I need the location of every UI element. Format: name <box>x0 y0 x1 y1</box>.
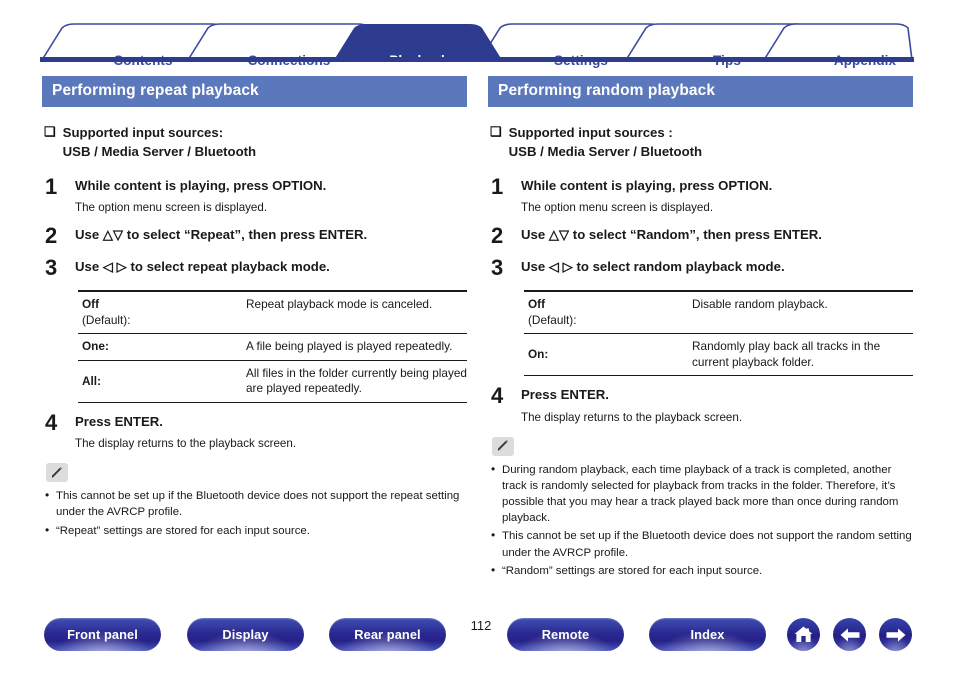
option-name: All: <box>82 373 102 388</box>
step-title: Press ENTER. <box>521 387 609 403</box>
steps-random-final: 4 Press ENTER. The display returns to th… <box>488 383 913 424</box>
steps-repeat-final: 4 Press ENTER. The display returns to th… <box>42 409 467 451</box>
table-row: One: A file being played is played repea… <box>78 333 467 361</box>
step-subtext: The option menu screen is displayed. <box>75 201 268 215</box>
supported-sources-random: ❑ Supported input sources : USB / Media … <box>488 123 913 161</box>
square-bullet-icon: ❑ <box>44 123 56 139</box>
pencil-glyph <box>52 466 62 478</box>
option-name: On: <box>528 347 549 361</box>
steps-random: 1 While content is playing, press OPTION… <box>488 174 913 281</box>
step-number: 4 <box>45 409 58 435</box>
step-2: 2 Use △▽ to select “Random”, then press … <box>488 223 913 249</box>
option-name: Off <box>82 297 100 312</box>
square-bullet-icon: ❑ <box>490 123 502 139</box>
option-key: On: <box>524 333 688 377</box>
note-item: This cannot be set up if the Bluetooth d… <box>42 487 467 520</box>
option-description: All files in the folder currently being … <box>242 360 467 403</box>
option-default: (Default): <box>82 312 131 327</box>
display-button[interactable]: Display <box>187 618 304 651</box>
step-4: 4 Press ENTER. The display returns to th… <box>42 409 467 451</box>
supported-sources-value: USB / Media Server / Bluetooth <box>508 143 703 159</box>
random-playback-section: Performing random playback ❑ Supported i… <box>488 76 913 581</box>
arrow-left-glyph <box>840 628 859 641</box>
supported-sources-value: USB / Media Server / Bluetooth <box>62 143 257 159</box>
note-list: This cannot be set up if the Bluetooth d… <box>42 487 467 539</box>
step-3: 3 Use ◁ ▷ to select repeat playback mode… <box>42 255 467 281</box>
option-description: Disable random playback. <box>688 290 913 335</box>
table-row: On: Randomly play back all tracks in the… <box>524 333 913 377</box>
pencil-icon <box>492 436 514 456</box>
step-subtext: The display returns to the playback scre… <box>75 437 297 451</box>
random-options-table: Off (Default): Disable random playback. … <box>524 290 913 377</box>
step-2: 2 Use △▽ to select “Repeat”, then press … <box>42 223 467 249</box>
notes-repeat: This cannot be set up if the Bluetooth d… <box>42 463 467 539</box>
section-title-random: Performing random playback <box>488 76 913 107</box>
step-number: 3 <box>491 255 504 281</box>
option-key: Off (Default): <box>524 290 688 335</box>
step-number: 2 <box>491 223 504 249</box>
notes-random: During random playback, each time playba… <box>488 436 913 579</box>
tab-bar-rule <box>40 57 914 62</box>
step-title: Use ◁ ▷ to select repeat playback mode. <box>75 259 330 275</box>
option-key: Off (Default): <box>78 290 242 335</box>
option-description: Randomly play back all tracks in the cur… <box>688 333 913 377</box>
step-title: Use △▽ to select “Random”, then press EN… <box>521 227 822 243</box>
step-number: 4 <box>491 383 504 409</box>
repeat-playback-section: Performing repeat playback ❑ Supported i… <box>42 76 467 541</box>
steps-repeat: 1 While content is playing, press OPTION… <box>42 174 467 281</box>
table-row: Off (Default): Repeat playback mode is c… <box>78 290 467 335</box>
step-title: While content is playing, press OPTION. <box>521 178 773 194</box>
note-item: This cannot be set up if the Bluetooth d… <box>488 527 913 560</box>
step-number: 3 <box>45 255 58 281</box>
note-list: During random playback, each time playba… <box>488 461 913 579</box>
remote-button[interactable]: Remote <box>507 618 624 651</box>
footer-navigation: Front panel Display Rear panel 112 Remot… <box>0 618 954 658</box>
option-key: All: <box>78 360 242 403</box>
section-title-repeat: Performing repeat playback <box>42 76 467 107</box>
home-icon[interactable] <box>787 618 820 651</box>
step-title: Use △▽ to select “Repeat”, then press EN… <box>75 227 368 243</box>
option-description: A file being played is played repeatedly… <box>242 333 467 361</box>
index-button[interactable]: Index <box>649 618 766 651</box>
arrow-right-icon[interactable] <box>879 618 912 651</box>
step-title: While content is playing, press OPTION. <box>75 178 327 194</box>
arrow-left-icon[interactable] <box>833 618 866 651</box>
table-row: Off (Default): Disable random playback. <box>524 290 913 335</box>
supported-sources-label: Supported input sources : <box>508 124 673 140</box>
supported-sources-repeat: ❑ Supported input sources: USB / Media S… <box>42 123 467 161</box>
home-glyph <box>794 626 813 642</box>
step-subtext: The option menu screen is displayed. <box>521 201 714 215</box>
option-name: Off <box>528 297 546 312</box>
option-name: One: <box>82 339 109 354</box>
note-item: “Random” settings are stored for each in… <box>488 562 913 579</box>
note-item: During random playback, each time playba… <box>488 461 913 527</box>
step-title: Use ◁ ▷ to select random playback mode. <box>521 259 785 275</box>
page-number: 112 <box>470 618 492 633</box>
step-number: 2 <box>45 223 58 249</box>
tab-bar[interactable]: Contents Connections Playback Settings T… <box>40 22 914 68</box>
pencil-icon <box>46 463 68 483</box>
step-3: 3 Use ◁ ▷ to select random playback mode… <box>488 255 913 281</box>
step-subtext: The display returns to the playback scre… <box>521 410 743 424</box>
front-panel-button[interactable]: Front panel <box>44 618 161 651</box>
supported-sources-label: Supported input sources: <box>62 124 224 140</box>
option-default: (Default): <box>528 312 577 327</box>
arrow-right-glyph <box>886 628 905 641</box>
rear-panel-button[interactable]: Rear panel <box>329 618 446 651</box>
option-description: Repeat playback mode is canceled. <box>242 290 467 335</box>
option-key: One: <box>78 333 242 361</box>
step-4: 4 Press ENTER. The display returns to th… <box>488 383 913 424</box>
table-row: All: All files in the folder currently b… <box>78 360 467 403</box>
step-1: 1 While content is playing, press OPTION… <box>42 174 467 215</box>
step-number: 1 <box>45 174 58 200</box>
note-item: “Repeat” settings are stored for each in… <box>42 521 467 538</box>
step-number: 1 <box>491 174 504 200</box>
repeat-options-table: Off (Default): Repeat playback mode is c… <box>78 290 467 403</box>
pencil-glyph <box>498 440 508 451</box>
step-title: Press ENTER. <box>75 413 163 429</box>
step-1: 1 While content is playing, press OPTION… <box>488 174 913 215</box>
